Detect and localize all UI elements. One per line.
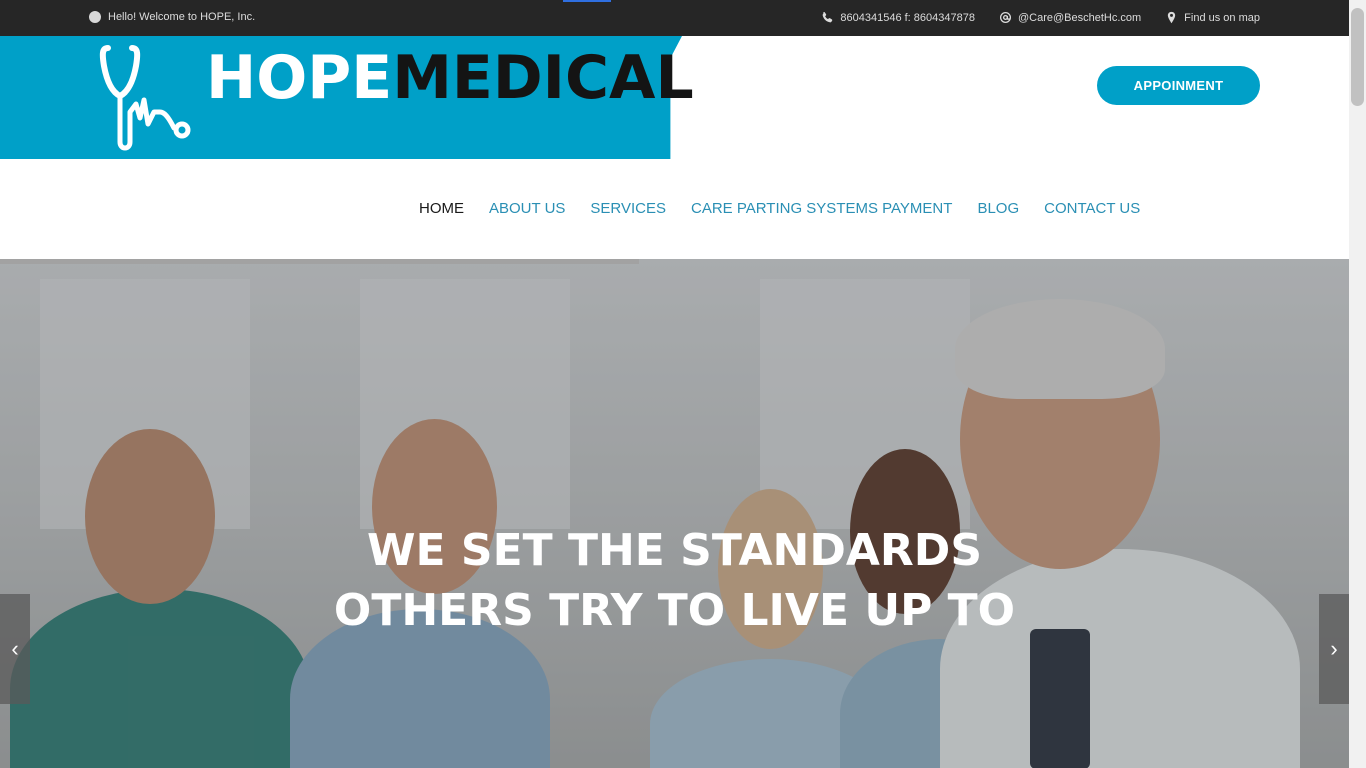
at-icon xyxy=(999,11,1011,24)
logo-word-medical: MEDICAL xyxy=(392,43,694,113)
nav-item-about-us[interactable]: ABOUT US xyxy=(489,200,565,217)
chevron-left-icon: ‹ xyxy=(11,636,19,661)
vertical-scrollbar[interactable] xyxy=(1349,0,1366,768)
nav-item-home[interactable]: HOME xyxy=(419,200,464,217)
focus-indicator xyxy=(563,0,611,2)
phone-icon xyxy=(823,12,833,23)
main-nav: HOME ABOUT US SERVICES CARE PARTING SYST… xyxy=(0,159,1349,259)
hero-slider: WE SET THE STANDARDS OTHERS TRY TO LIVE … xyxy=(0,259,1349,768)
phone-text: 8604341546 f: 8604347878 xyxy=(840,11,975,24)
map-pin-icon xyxy=(1168,11,1176,24)
nav-item-care-parting-systems-payment[interactable]: CARE PARTING SYSTEMS PAYMENT xyxy=(691,200,952,217)
chevron-right-icon: › xyxy=(1330,636,1338,661)
hero-overlay xyxy=(0,259,1349,768)
slider-prev-button[interactable]: ‹ xyxy=(0,594,30,704)
welcome-text: Hello! Welcome to HOPE, Inc. xyxy=(108,11,256,23)
page: Hello! Welcome to HOPE, Inc. 8604341546 … xyxy=(0,0,1366,768)
hero-headline-line-1: WE SET THE STANDARDS xyxy=(366,525,983,576)
phone-link[interactable]: 8604341546 f: 8604347878 xyxy=(821,11,975,24)
nav-list: HOME ABOUT US SERVICES CARE PARTING SYST… xyxy=(419,200,1140,217)
nav-item-blog[interactable]: BLOG xyxy=(977,200,1019,217)
hero-headline: WE SET THE STANDARDS OTHERS TRY TO LIVE … xyxy=(0,521,1349,641)
hero-headline-line-2: OTHERS TRY TO LIVE UP TO xyxy=(333,585,1016,636)
welcome-message: Hello! Welcome to HOPE, Inc. xyxy=(89,11,255,23)
top-bar-contacts: 8604341546 f: 8604347878 @Care@BeschetHc… xyxy=(821,11,1260,24)
slider-next-button[interactable]: › xyxy=(1319,594,1349,704)
scrollbar-thumb[interactable] xyxy=(1351,8,1364,106)
brand-logo-text[interactable]: HOPEMEDICAL xyxy=(206,46,694,110)
circle-icon xyxy=(89,11,101,23)
top-bar: Hello! Welcome to HOPE, Inc. 8604341546 … xyxy=(0,0,1349,36)
map-link[interactable]: Find us on map xyxy=(1165,11,1260,24)
stethoscope-logo-icon[interactable] xyxy=(98,42,202,152)
nav-item-contact-us[interactable]: CONTACT US xyxy=(1044,200,1140,217)
email-text: @Care@BeschetHc.com xyxy=(1017,11,1142,24)
email-link[interactable]: @Care@BeschetHc.com xyxy=(999,11,1141,24)
logo-word-hope: HOPE xyxy=(206,43,393,113)
map-text: Find us on map xyxy=(1184,11,1260,24)
appointment-button[interactable]: APPOINMENT xyxy=(1097,66,1260,105)
nav-item-services[interactable]: SERVICES xyxy=(590,200,666,217)
